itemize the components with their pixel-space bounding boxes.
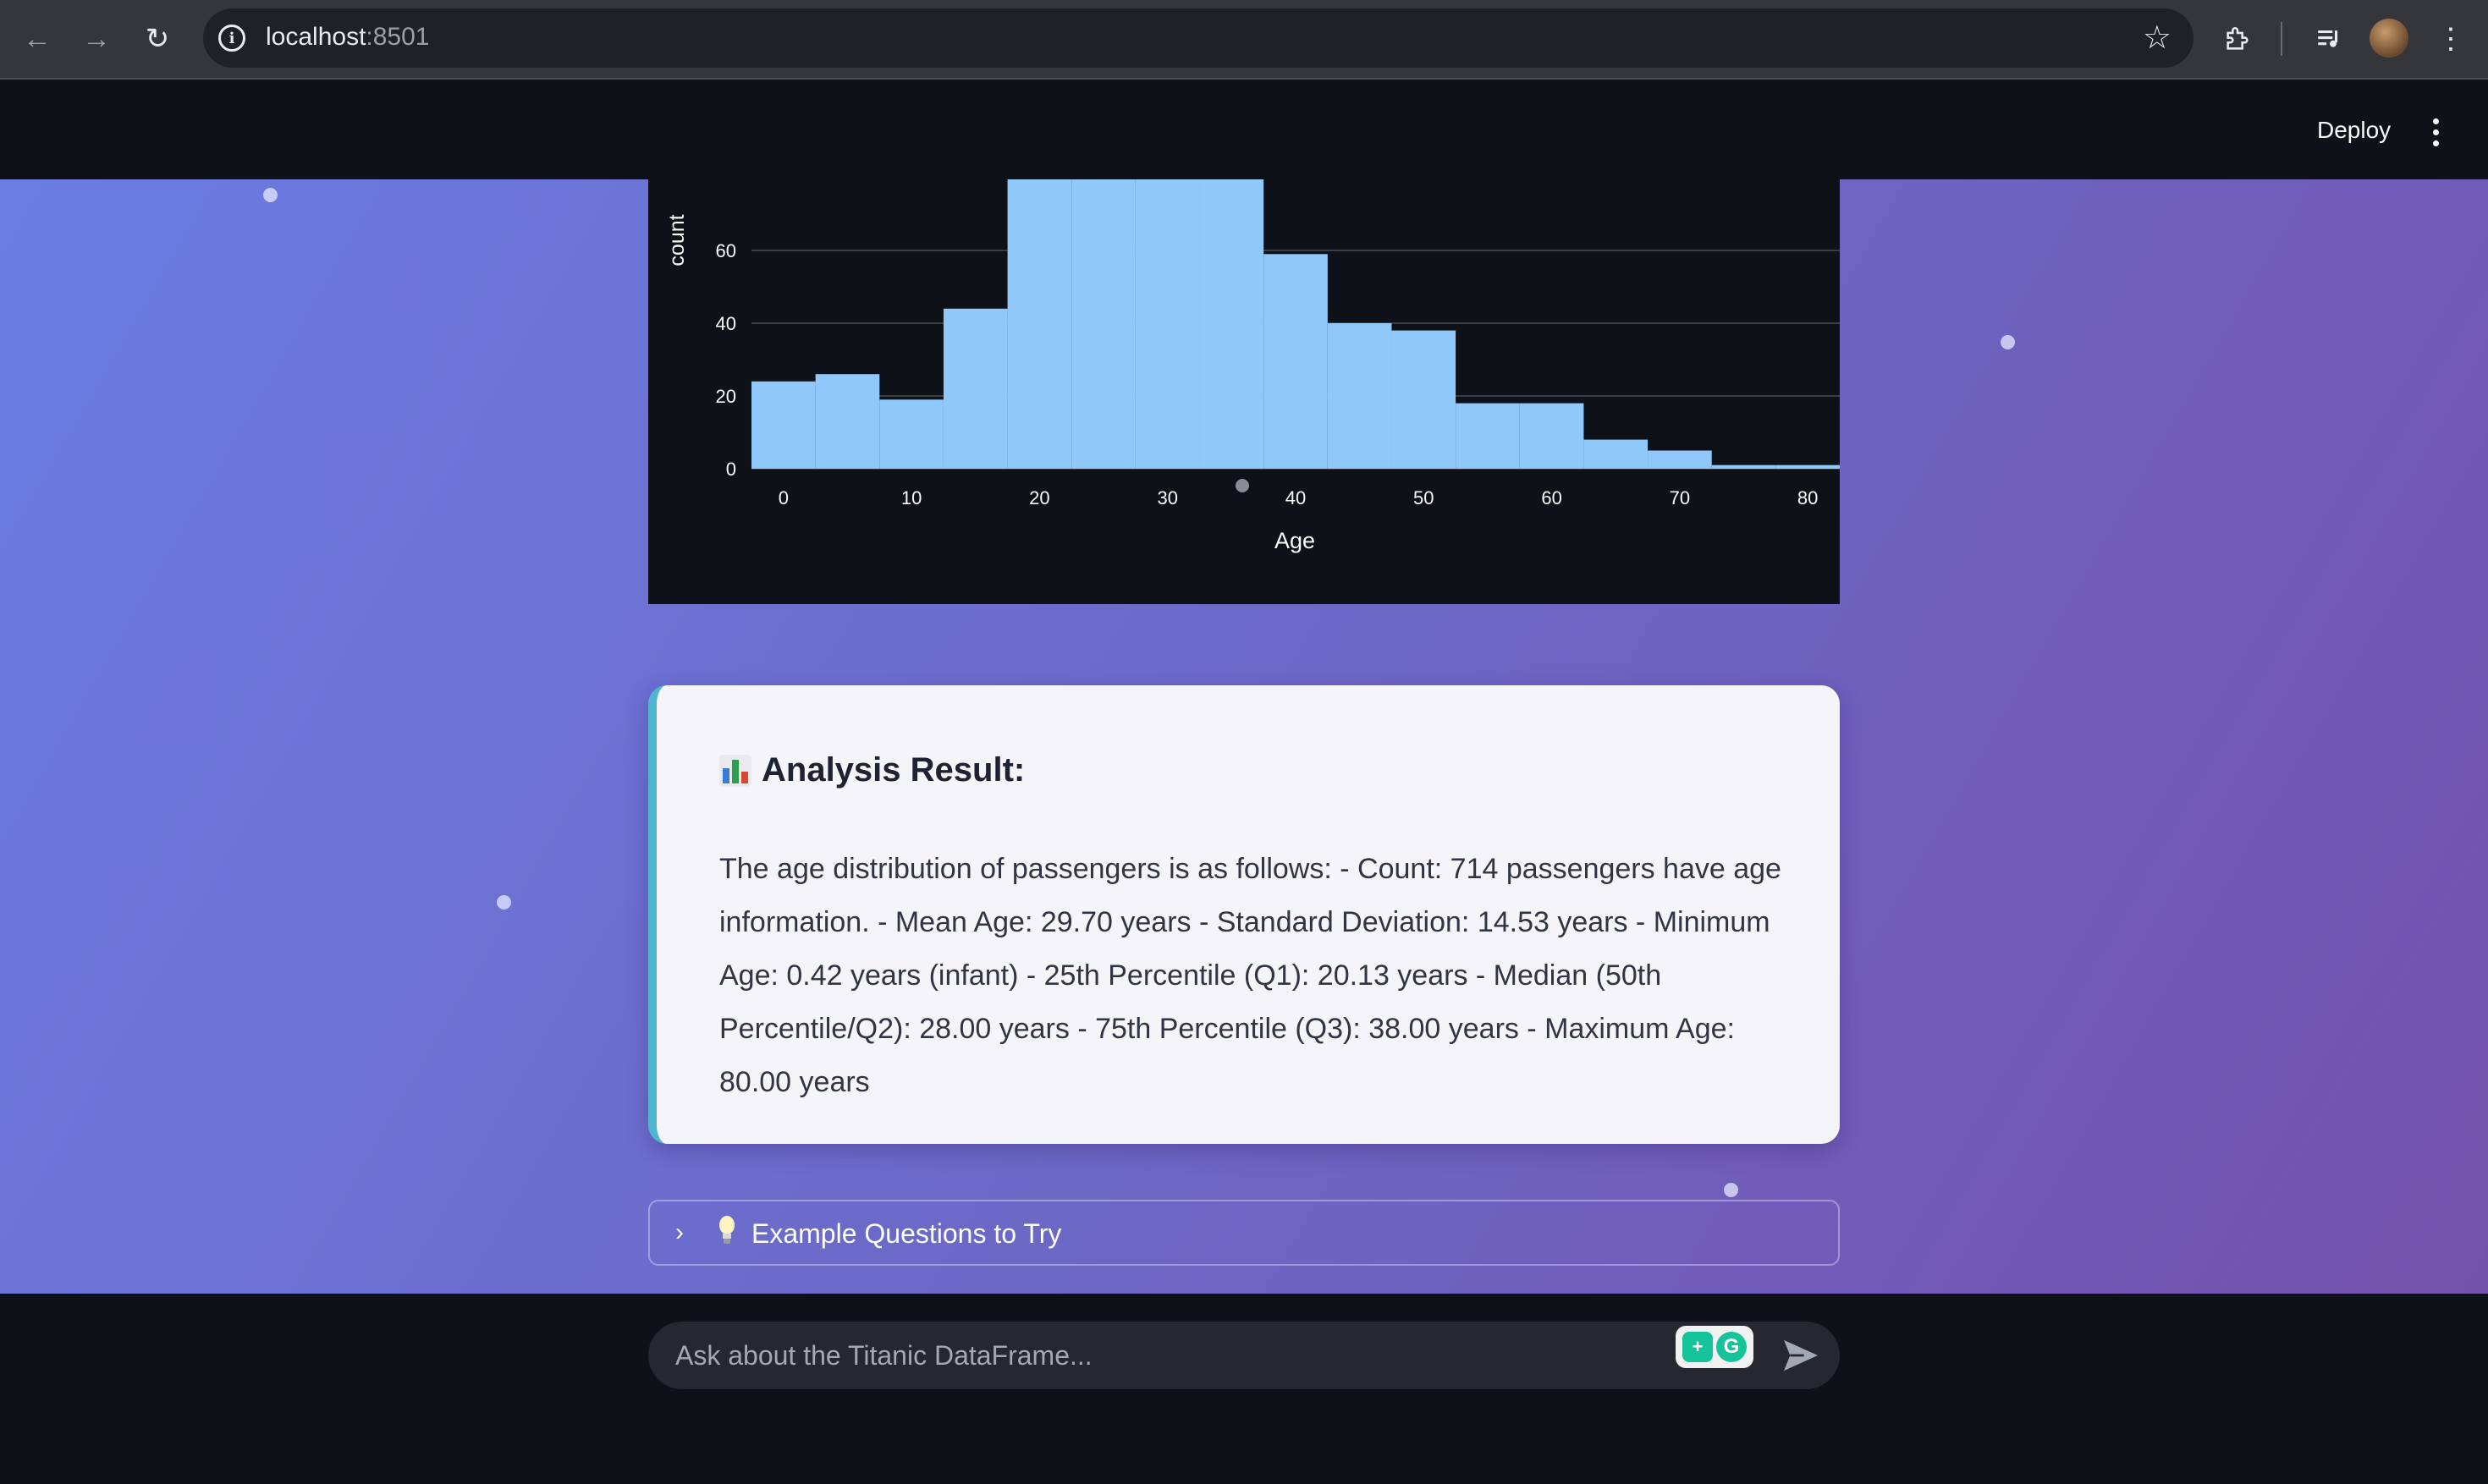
site-info-icon[interactable]: i bbox=[218, 25, 245, 52]
x-tick-label: 0 bbox=[779, 487, 789, 508]
histogram-bar[interactable] bbox=[1263, 254, 1328, 469]
result-heading: Analysis Result: bbox=[719, 751, 1025, 789]
deploy-button[interactable]: Deploy bbox=[2300, 107, 2408, 154]
x-tick-label: 20 bbox=[1029, 487, 1049, 508]
x-tick-label: 30 bbox=[1157, 487, 1177, 508]
decorative-dot bbox=[497, 895, 511, 910]
url-port: :8501 bbox=[366, 23, 430, 51]
histogram-bar[interactable] bbox=[751, 381, 816, 469]
y-tick-label: 0 bbox=[726, 459, 736, 480]
histogram-bar[interactable] bbox=[1007, 179, 1072, 469]
histogram-bar[interactable] bbox=[1711, 464, 1776, 469]
histogram-bar[interactable] bbox=[943, 308, 1008, 469]
extensions-puzzle-icon[interactable] bbox=[2216, 17, 2260, 61]
media-control-icon[interactable] bbox=[2307, 17, 2351, 61]
grammarly-widget[interactable]: + G bbox=[1676, 1326, 1753, 1368]
histogram-bar[interactable] bbox=[1135, 179, 1200, 469]
url-text: localhost:8501 bbox=[266, 23, 429, 52]
decorative-dot bbox=[1724, 1183, 1738, 1197]
x-tick-label: 40 bbox=[1285, 487, 1306, 508]
histogram-bar[interactable] bbox=[1583, 439, 1649, 469]
chat-input-field[interactable] bbox=[675, 1337, 1640, 1374]
age-histogram-chart: 0 20 40 60 0 10 20 30 40 50 60 70 80 count Age bbox=[648, 179, 1840, 604]
histogram-bar[interactable] bbox=[1199, 179, 1264, 469]
chat-input-bar: + G bbox=[0, 1294, 2488, 1484]
result-title: Analysis Result: bbox=[762, 751, 1026, 789]
expander-label: Example Questions to Try bbox=[751, 1218, 1062, 1249]
result-body-text: The age distribution of passengers is as… bbox=[719, 853, 1781, 1098]
url-host: localhost bbox=[266, 23, 366, 51]
histogram-bar[interactable] bbox=[1327, 323, 1392, 469]
chevron-right-icon: › bbox=[675, 1218, 684, 1246]
lightbulb-icon bbox=[719, 1216, 735, 1244]
chat-input-container: + G bbox=[648, 1322, 1840, 1389]
y-tick-label: 40 bbox=[716, 313, 736, 334]
app-header: Deploy bbox=[0, 80, 2488, 179]
histogram-bar[interactable] bbox=[815, 374, 880, 469]
histogram-svg: 0 20 40 60 0 10 20 30 40 50 60 70 80 count Age bbox=[665, 179, 1840, 553]
profile-avatar[interactable] bbox=[2370, 19, 2408, 58]
chart-hover-dot bbox=[1236, 479, 1249, 492]
histogram-bar[interactable] bbox=[1519, 403, 1584, 469]
x-axis-label: Age bbox=[1274, 528, 1315, 553]
bookmark-star-icon[interactable]: ☆ bbox=[2143, 19, 2171, 57]
analysis-result-card: Analysis Result: The age distribution of… bbox=[648, 685, 1840, 1144]
histogram-bar[interactable] bbox=[1775, 464, 1840, 469]
x-tick-label: 50 bbox=[1413, 487, 1434, 508]
y-tick-label: 20 bbox=[716, 386, 736, 407]
bar-chart-icon bbox=[719, 754, 751, 787]
reload-icon[interactable]: ↻ bbox=[135, 17, 179, 61]
decorative-dot bbox=[2001, 335, 2015, 349]
back-arrow-icon[interactable]: ← bbox=[15, 17, 59, 61]
y-axis-label: count bbox=[665, 214, 689, 266]
address-bar[interactable]: i localhost:8501 ☆ bbox=[203, 8, 2194, 68]
browser-menu-icon[interactable]: ⋮ bbox=[2429, 17, 2473, 61]
toolbar-separator bbox=[2281, 22, 2282, 56]
decorative-dot bbox=[263, 188, 278, 202]
x-tick-label: 70 bbox=[1670, 487, 1690, 508]
main-menu-icon[interactable] bbox=[2419, 108, 2452, 156]
main-content: 0 20 40 60 0 10 20 30 40 50 60 70 80 count Age Anal… bbox=[0, 179, 2488, 1294]
x-tick-label: 60 bbox=[1541, 487, 1561, 508]
grammarly-logo-icon[interactable]: G bbox=[1716, 1332, 1747, 1362]
grammarly-assist-icon[interactable]: + bbox=[1682, 1332, 1713, 1362]
x-tick-label: 80 bbox=[1797, 487, 1818, 508]
send-icon[interactable] bbox=[1782, 1338, 1819, 1372]
forward-arrow-icon[interactable]: → bbox=[74, 17, 118, 61]
browser-toolbar: ← → ↻ i localhost:8501 ☆ ⋮ bbox=[0, 0, 2488, 80]
histogram-bar[interactable] bbox=[879, 399, 944, 469]
example-questions-expander[interactable]: › Example Questions to Try bbox=[648, 1200, 1840, 1266]
histogram-bar[interactable] bbox=[1391, 330, 1456, 469]
histogram-bar[interactable] bbox=[1648, 450, 1712, 470]
y-tick-label: 60 bbox=[716, 240, 736, 261]
x-tick-label: 10 bbox=[901, 487, 922, 508]
histogram-bar[interactable] bbox=[1456, 403, 1520, 469]
histogram-bar[interactable] bbox=[1071, 179, 1136, 469]
